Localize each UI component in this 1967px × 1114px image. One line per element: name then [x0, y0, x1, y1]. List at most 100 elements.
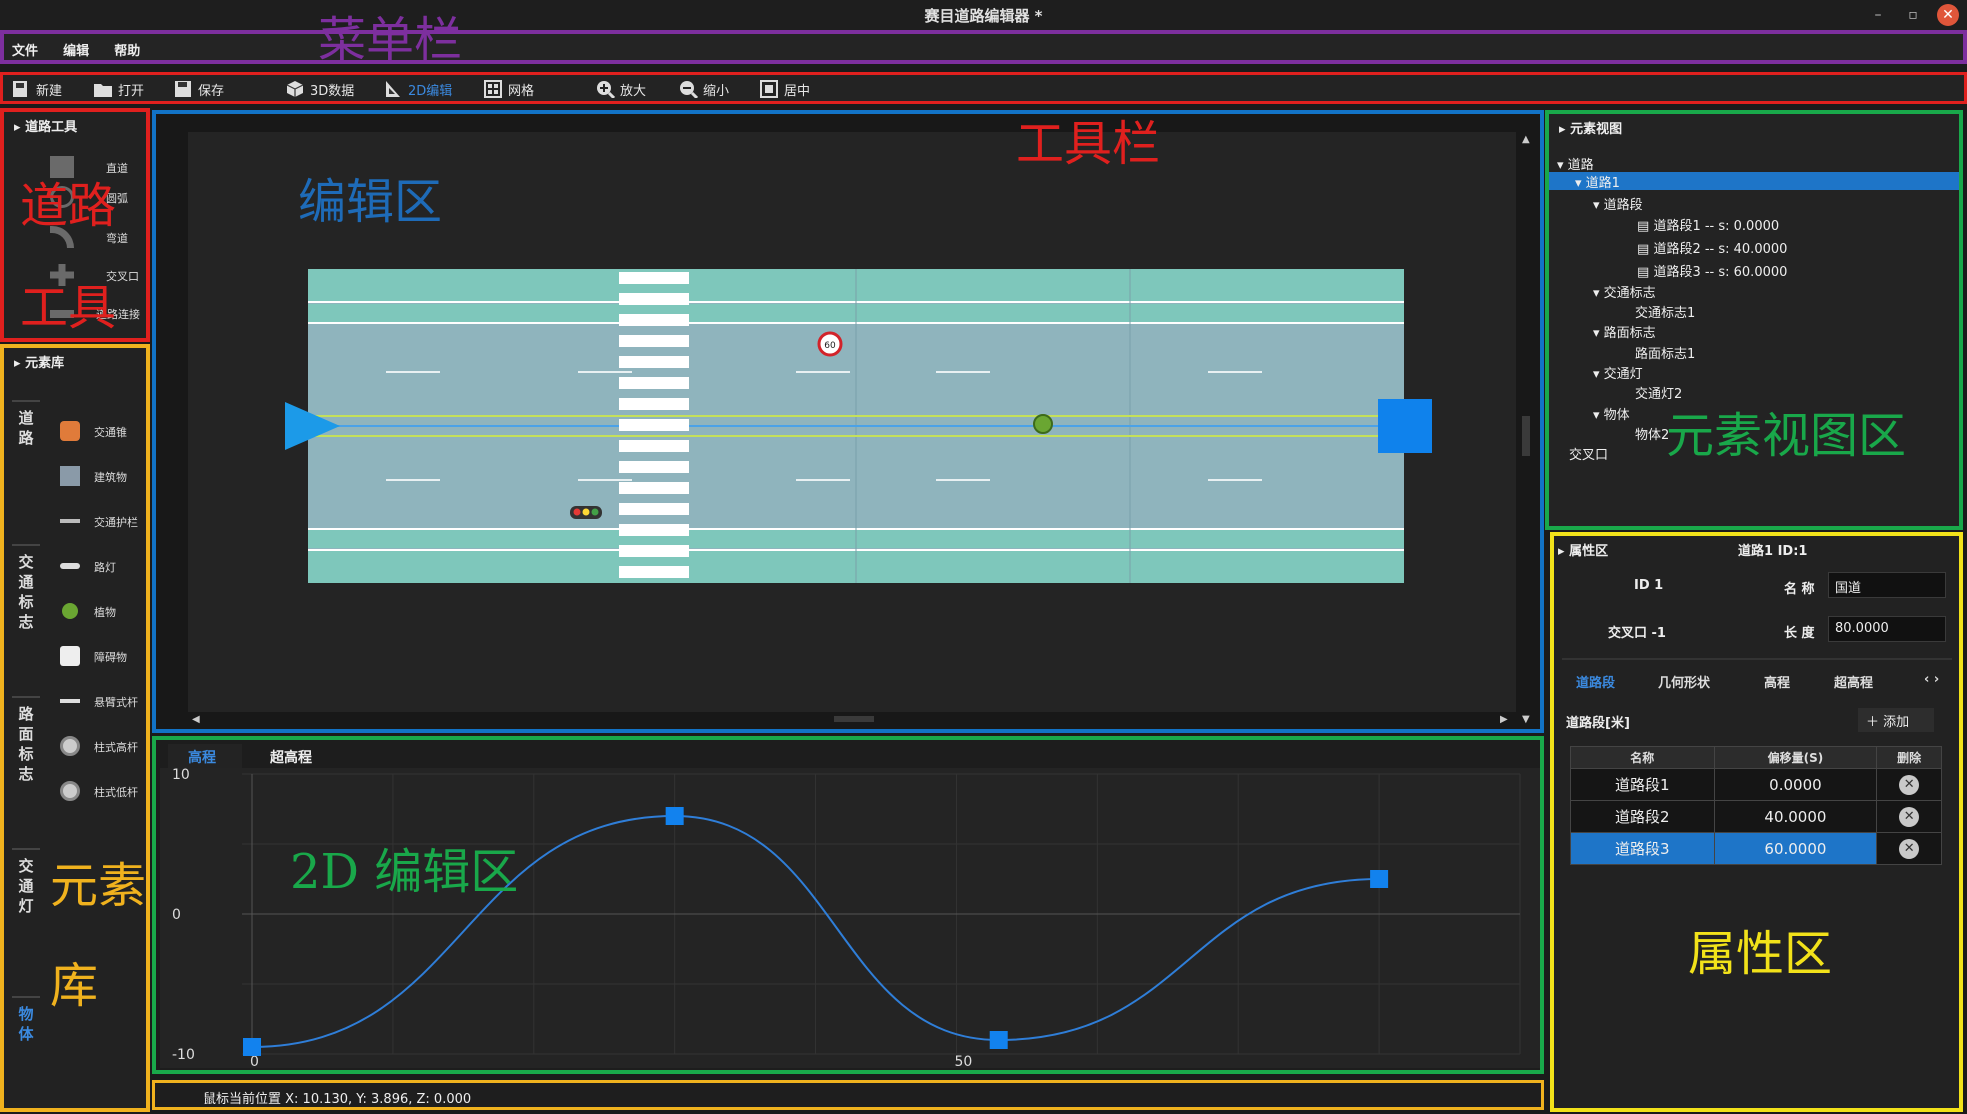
name-field[interactable]: 国道 — [1828, 572, 1946, 598]
category-traffic-sign[interactable]: 交通标志 — [12, 544, 40, 674]
control-point[interactable] — [1370, 870, 1389, 888]
category-object[interactable]: 物体 — [12, 996, 40, 1096]
center-button[interactable]: 居中 — [759, 78, 810, 100]
tree-section-1[interactable]: ▤ 道路段1 -- s: 0.0000 — [1637, 215, 1779, 234]
delete-icon[interactable]: ✕ — [1899, 807, 1920, 827]
table-row-selected[interactable]: 道路段3 60.0000 ✕ — [1570, 832, 1942, 865]
scroll-down-icon[interactable]: ▼ — [1522, 714, 1530, 725]
scroll-thumb[interactable] — [1522, 416, 1530, 456]
scroll-right-icon[interactable]: ▶ — [1500, 714, 1508, 725]
property-header[interactable]: ▸ 属性区 — [1558, 540, 1608, 559]
tree-label: 物体2 — [1635, 428, 1670, 443]
tree-road-sections[interactable]: ▾ 道路段 — [1593, 194, 1643, 213]
add-section-button[interactable]: ＋ 添加 — [1858, 708, 1934, 732]
delete-icon[interactable]: ✕ — [1899, 775, 1920, 795]
tab-elevation-2d[interactable]: 高程 — [168, 744, 242, 768]
2d-edit-button[interactable]: 2D编辑 — [383, 78, 452, 100]
plant-object[interactable] — [1033, 414, 1053, 434]
vertical-scrollbar[interactable]: ▲ ▼ — [1518, 134, 1538, 725]
cell-offset[interactable]: 0.0000 — [1713, 768, 1878, 801]
length-field[interactable]: 80.0000 — [1828, 616, 1946, 642]
element-library-header[interactable]: ▸ 元素库 — [4, 348, 146, 374]
id-label: ID 1 — [1634, 578, 1664, 593]
section-icon: ▤ — [1637, 219, 1650, 234]
tool-bar: 新建 打开 保存 3D数据 2D编辑 网格 放大 缩小 居中 — [0, 72, 1967, 104]
tree-junction[interactable]: 交叉口 — [1569, 444, 1608, 463]
category-traffic-light[interactable]: 交通灯 — [12, 848, 40, 948]
horizontal-scrollbar[interactable]: ◀ ▶ — [192, 714, 1512, 728]
expand-arrow-icon: ▾ — [1593, 367, 1600, 382]
road-tools-header[interactable]: ▸ 道路工具 — [4, 112, 146, 138]
menu-file[interactable]: 文件 — [12, 40, 38, 59]
zoom-out-button[interactable]: 缩小 — [678, 78, 729, 100]
restore-icon[interactable]: ▫ — [1902, 4, 1924, 26]
tree-traffic-signs[interactable]: ▾ 交通标志 — [1593, 282, 1656, 301]
3d-data-label: 3D数据 — [310, 83, 355, 99]
building-icon — [60, 466, 80, 486]
category-road[interactable]: 道路 — [12, 400, 40, 510]
menu-edit[interactable]: 编辑 — [63, 40, 89, 59]
lib-cantilever-pole[interactable]: 悬臂式杆 — [58, 686, 150, 716]
cell-delete: ✕ — [1876, 832, 1942, 865]
tab-elevation[interactable]: 高程 — [1764, 672, 1790, 691]
open-button[interactable]: 打开 — [93, 78, 144, 100]
section-icon: ▤ — [1637, 265, 1650, 280]
tree-road-1[interactable]: ▾ 道路1 — [1549, 172, 1959, 191]
tree-traffic-sign-1[interactable]: 交通标志1 — [1635, 302, 1695, 321]
y-tick-label: 10 — [172, 768, 190, 783]
cell-offset[interactable]: 60.0000 — [1713, 832, 1878, 865]
lib-obstacle[interactable]: 障碍物 — [58, 641, 150, 671]
3d-data-button[interactable]: 3D数据 — [285, 78, 354, 100]
minimize-icon[interactable]: – — [1867, 4, 1889, 26]
new-button[interactable]: 新建 — [11, 78, 62, 100]
close-icon[interactable]: ✕ — [1937, 4, 1959, 26]
tab-geometry[interactable]: 几何形状 — [1658, 672, 1710, 691]
tab-scroll-icon[interactable]: ‹ › — [1924, 672, 1939, 687]
x-tick-label: 0 — [250, 1054, 259, 1068]
road-end-handle[interactable] — [1378, 399, 1432, 453]
cell-offset[interactable]: 40.0000 — [1713, 800, 1878, 833]
scroll-up-icon[interactable]: ▲ — [1522, 134, 1530, 145]
delete-icon[interactable]: ✕ — [1899, 839, 1920, 859]
menu-help[interactable]: 帮助 — [114, 40, 140, 59]
element-view-header[interactable]: ▸ 元素视图 — [1549, 114, 1959, 140]
scroll-thumb-h[interactable] — [834, 716, 874, 722]
section-table: 名称 偏移量(S) 删除 道路段1 0.0000 ✕ 道路段2 40.0000 … — [1570, 746, 1942, 865]
cell-name[interactable]: 道路段1 — [1570, 768, 1715, 801]
tab-superelevation-2d[interactable]: 超高程 — [260, 744, 334, 768]
control-point[interactable] — [989, 1031, 1008, 1049]
save-button[interactable]: 保存 — [173, 78, 224, 100]
lib-traffic-cone[interactable]: 交通锥 — [58, 416, 150, 446]
tree-road-markings[interactable]: ▾ 路面标志 — [1593, 322, 1656, 341]
scroll-left-icon[interactable]: ◀ — [192, 714, 200, 725]
cell-name[interactable]: 道路段2 — [1570, 800, 1715, 833]
lib-plant[interactable]: 植物 — [58, 596, 150, 626]
elevation-chart[interactable]: 10 0 -10 0 50 — [160, 768, 1540, 1068]
lib-tall-column[interactable]: 柱式高杆 — [58, 731, 150, 761]
obstacle-icon — [60, 646, 80, 666]
tab-superelevation[interactable]: 超高程 — [1834, 672, 1873, 691]
tree-objects[interactable]: ▾ 物体 — [1593, 404, 1630, 423]
control-point[interactable] — [243, 1038, 261, 1056]
cell-name[interactable]: 道路段3 — [1570, 832, 1715, 865]
grid-button[interactable]: 网格 — [483, 78, 534, 100]
tree-road[interactable]: ▾ 道路 — [1557, 154, 1594, 173]
table-row[interactable]: 道路段2 40.0000 ✕ — [1570, 800, 1942, 833]
tree-traffic-lights[interactable]: ▾ 交通灯 — [1593, 363, 1643, 382]
tab-road-sections[interactable]: 道路段 — [1576, 672, 1615, 691]
app-window: 赛目道路编辑器 * – ▫ ✕ 文件 编辑 帮助 新建 打开 保存 3D数据 2… — [0, 0, 1967, 1114]
category-label: 路面标志 — [18, 705, 34, 783]
lib-guardrail[interactable]: 交通护栏 — [58, 506, 150, 536]
tree-object-2[interactable]: 物体2 — [1635, 424, 1669, 443]
table-row[interactable]: 道路段1 0.0000 ✕ — [1570, 768, 1942, 801]
control-point[interactable] — [665, 807, 684, 825]
lib-street-lamp[interactable]: 路灯 — [58, 551, 150, 581]
lib-building[interactable]: 建筑物 — [58, 461, 150, 491]
lib-low-column[interactable]: 柱式低杆 — [58, 776, 150, 806]
category-road-marking[interactable]: 路面标志 — [12, 696, 40, 814]
tree-section-3[interactable]: ▤ 道路段3 -- s: 60.0000 — [1637, 261, 1787, 280]
tree-section-2[interactable]: ▤ 道路段2 -- s: 40.0000 — [1637, 238, 1787, 257]
tree-label: 道路1 — [1585, 176, 1620, 191]
zoom-in-button[interactable]: 放大 — [595, 78, 646, 100]
tree-road-marking-1[interactable]: 路面标志1 — [1635, 343, 1695, 362]
